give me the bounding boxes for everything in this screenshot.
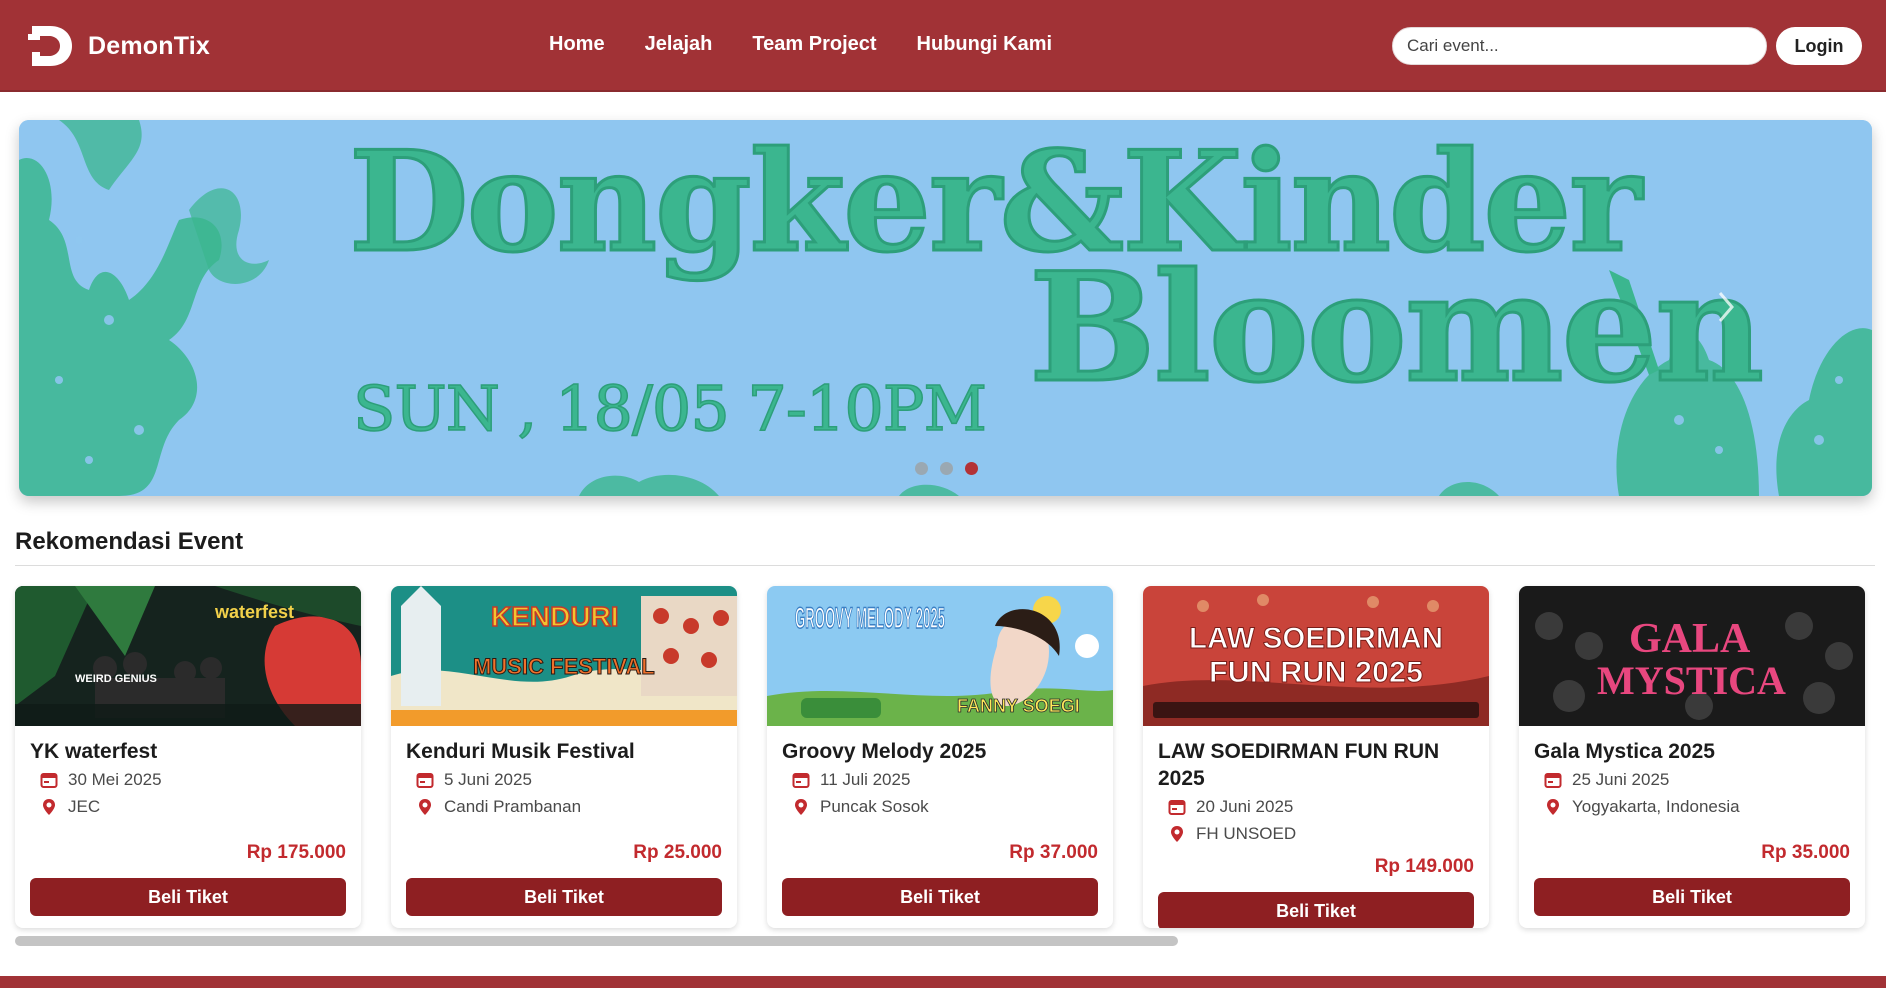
hero-title-line-2: Bloomen [1027, 239, 1765, 418]
event-card-row: waterfest WEIRD GENIUS YK waterfest 30 M… [15, 586, 1886, 930]
calendar-icon [792, 773, 810, 788]
section-title: Rekomendasi Event [15, 528, 244, 555]
carousel-indicators [915, 462, 978, 475]
event-banner-image: GROOVY MELODY 2025 FANNY SOEGI [767, 586, 1113, 726]
brand-name: DemonTix [88, 31, 210, 60]
main-nav: Home Jelajah Team Project Hubungi Kami [549, 33, 1052, 56]
calendar-icon [1168, 800, 1186, 815]
event-banner-image: LAW SOEDIRMAN FUN RUN 2025 [1143, 586, 1489, 726]
carousel-next-button[interactable] [1708, 285, 1742, 329]
event-location-row: FH UNSOED [1168, 822, 1474, 846]
banner-text: LAW SOEDIRMAN [1189, 622, 1443, 655]
nav-home[interactable]: Home [549, 33, 605, 56]
map-pin-icon [43, 799, 55, 815]
buy-ticket-button[interactable]: Beli Tiket [782, 878, 1098, 916]
map-pin-icon [1547, 799, 1559, 815]
event-location-row: Candi Prambanan [416, 795, 722, 819]
section-divider [15, 565, 1875, 566]
event-location: Puncak Sosok [820, 797, 929, 816]
calendar-icon [1544, 773, 1562, 788]
chevron-right-icon [1718, 292, 1734, 322]
carousel-dot-1[interactable] [915, 462, 928, 475]
event-date: 25 Juni 2025 [1572, 770, 1670, 789]
event-card-body: Kenduri Musik Festival 5 Juni 2025 Candi… [406, 738, 722, 819]
event-card[interactable]: waterfest WEIRD GENIUS YK waterfest 30 M… [15, 586, 361, 928]
banner-text: GALA [1629, 616, 1751, 662]
event-card-body: Groovy Melody 2025 11 Juli 2025 Puncak S… [782, 738, 1098, 819]
banner-label: WEIRD GENIUS [75, 673, 157, 685]
event-title: LAW SOEDIRMAN FUN RUN 2025 [1158, 740, 1440, 790]
scrollbar-thumb[interactable] [15, 936, 1178, 946]
banner-text: KENDURI [491, 601, 619, 632]
event-title: YK waterfest [30, 740, 158, 763]
event-card[interactable]: GROOVY MELODY 2025 FANNY SOEGI Groovy Me… [767, 586, 1113, 928]
hero-date: SUN , 18/05 7-10PM [352, 371, 987, 446]
buy-ticket-button[interactable]: Beli Tiket [406, 878, 722, 916]
event-date-row: 5 Juni 2025 [416, 768, 722, 792]
banner-label: FUN RUN 2025 [1209, 656, 1423, 689]
event-title: Groovy Melody 2025 [782, 740, 987, 763]
event-card-body: Gala Mystica 2025 25 Juni 2025 Yogyakart… [1534, 738, 1850, 819]
brand-link[interactable]: DemonTix [28, 22, 210, 70]
event-date: 20 Juni 2025 [1196, 797, 1294, 816]
card-row-scrollbar[interactable] [15, 936, 1875, 946]
carousel-dot-2[interactable] [940, 462, 953, 475]
banner-text: waterfest [214, 602, 294, 622]
login-button[interactable]: Login [1776, 27, 1862, 65]
navbar: DemonTix Home Jelajah Team Project Hubun… [0, 0, 1886, 92]
calendar-icon [40, 773, 58, 788]
banner-label: MUSIC FESTIVAL [473, 654, 655, 679]
event-date-row: 25 Juni 2025 [1544, 768, 1850, 792]
event-location: Candi Prambanan [444, 797, 582, 816]
buy-ticket-button[interactable]: Beli Tiket [1534, 878, 1850, 916]
event-price: Rp 149.000 [1374, 856, 1474, 877]
event-card-body: LAW SOEDIRMAN FUN RUN 2025 20 Juni 2025 … [1158, 738, 1474, 846]
nav-jelajah[interactable]: Jelajah [645, 33, 713, 56]
calendar-icon [416, 773, 434, 788]
banner-label: FANNY SOEGI [957, 696, 1080, 716]
nav-hubungi-kami[interactable]: Hubungi Kami [917, 33, 1053, 56]
search-input[interactable] [1392, 27, 1767, 65]
demontix-logo-icon [28, 26, 72, 66]
carousel-dot-3[interactable] [965, 462, 978, 475]
footer-strip [0, 976, 1886, 988]
event-location: JEC [68, 797, 101, 816]
event-title: Kenduri Musik Festival [406, 740, 635, 763]
buy-ticket-button[interactable]: Beli Tiket [1158, 892, 1474, 928]
hero-carousel[interactable]: Dongker&Kinder Bloomen SUN , 18/05 7-10P… [19, 120, 1872, 496]
buy-ticket-button[interactable]: Beli Tiket [30, 878, 346, 916]
event-date-row: 20 Juni 2025 [1168, 795, 1474, 819]
nav-team-project[interactable]: Team Project [752, 33, 876, 56]
event-banner-image: waterfest WEIRD GENIUS [15, 586, 361, 726]
event-date-row: 30 Mei 2025 [40, 768, 346, 792]
event-date: 5 Juni 2025 [444, 770, 532, 789]
event-location-row: Puncak Sosok [792, 795, 1098, 819]
event-location: FH UNSOED [1196, 824, 1297, 843]
event-price: Rp 175.000 [246, 842, 346, 863]
map-pin-icon [419, 799, 431, 815]
banner-label: MYSTICA [1597, 658, 1786, 703]
event-date: 30 Mei 2025 [68, 770, 162, 789]
banner-text: GROOVY MELODY 2025 [795, 602, 945, 635]
event-location: Yogyakarta, Indonesia [1572, 797, 1740, 816]
event-price: Rp 25.000 [633, 842, 722, 863]
event-location-row: JEC [40, 795, 346, 819]
event-card[interactable]: LAW SOEDIRMAN FUN RUN 2025 LAW SOEDIRMAN… [1143, 586, 1489, 928]
event-card[interactable]: KENDURI MUSIC FESTIVAL Kenduri Musik Fes… [391, 586, 737, 928]
event-card-body: YK waterfest 30 Mei 2025 JEC [30, 738, 346, 819]
event-card[interactable]: GALA MYSTICA Gala Mystica 2025 25 Juni 2… [1519, 586, 1865, 928]
event-date-row: 11 Juli 2025 [792, 768, 1098, 792]
event-price: Rp 37.000 [1009, 842, 1098, 863]
map-pin-icon [795, 799, 807, 815]
event-banner-image: GALA MYSTICA [1519, 586, 1865, 726]
event-date: 11 Juli 2025 [820, 770, 911, 789]
event-location-row: Yogyakarta, Indonesia [1544, 795, 1850, 819]
event-price: Rp 35.000 [1761, 842, 1850, 863]
map-pin-icon [1171, 826, 1183, 842]
event-title: Gala Mystica 2025 [1534, 740, 1715, 763]
event-banner-image: KENDURI MUSIC FESTIVAL [391, 586, 737, 726]
